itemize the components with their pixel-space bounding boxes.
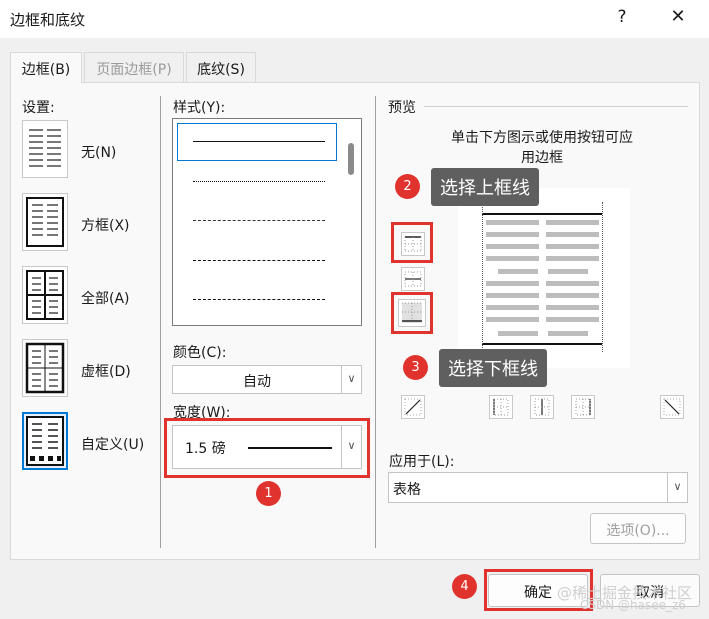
diagonal-down-button[interactable] [660,395,684,419]
line-style-scrollbar[interactable] [343,119,361,325]
preview-top-border [482,213,602,215]
highlight-top-border [391,222,433,263]
line-style-dotted[interactable] [193,181,325,182]
highlight-bottom-border [391,292,433,334]
preview-title: 预览 [388,100,416,116]
divider-left [160,96,161,548]
preview-left-guide [482,202,483,352]
line-style-dash[interactable] [193,260,325,261]
chevron-down-icon[interactable]: ∨ [341,366,361,393]
options-button[interactable]: 选项(O)... [590,513,686,544]
setting-none-label[interactable]: 无(N) [81,142,116,162]
tab-page-border[interactable]: 页面边框(P) [84,52,184,82]
line-style-dash-dot[interactable] [193,299,325,300]
settings-title: 设置: [22,100,55,116]
annotation-badge-2: 2 [395,174,420,199]
preview-hint-line1: 单击下方图示或使用按钮可应 [451,130,633,146]
line-style-list[interactable] [172,118,362,326]
annotation-badge-4: 4 [452,574,477,599]
preview-hint-line2: 用边框 [521,150,563,166]
preview-bottom-border [482,343,602,345]
border-right-button[interactable] [571,395,595,419]
tooltip-top-border: 选择上框线 [431,168,539,206]
border-inside-vertical-button[interactable] [530,395,554,419]
line-style-short-dash[interactable] [193,220,325,221]
watermark-line2: CSDN @hasee_z6 [580,598,686,612]
title-bar: 边框和底纹 ? ✕ [0,0,709,38]
close-button[interactable]: ✕ [666,6,690,27]
preview-rule [424,106,688,107]
color-title: 颜色(C): [173,345,227,361]
window-title: 边框和底纹 [10,11,86,29]
setting-all-label[interactable]: 全部(A) [81,288,130,308]
no-border-icon[interactable] [22,120,68,178]
line-style-selected[interactable] [177,123,337,161]
color-value: 自动 [243,374,271,390]
color-dropdown[interactable]: 自动 ∨ [172,365,362,394]
setting-custom-label[interactable]: 自定义(U) [81,434,144,454]
diagonal-up-button[interactable] [401,395,425,419]
scrollbar-thumb[interactable] [348,143,354,175]
box-border-icon[interactable] [22,193,68,251]
divider-right [375,96,376,548]
preview-right-guide [602,202,603,352]
chevron-down-icon[interactable]: ∨ [667,473,687,502]
tooltip-bottom-border: 选择下框线 [439,349,547,387]
apply-to-value: 表格 [393,482,421,498]
tab-borders[interactable]: 边框(B) [10,52,82,83]
tab-shading[interactable]: 底纹(S) [186,52,256,82]
border-inside-horizontal-button[interactable] [401,267,425,291]
style-title: 样式(Y): [173,100,226,116]
annotation-badge-3: 3 [403,355,428,380]
apply-to-dropdown[interactable]: 表格 ∨ [388,472,688,503]
highlight-width [164,418,370,478]
border-left-button[interactable] [489,395,513,419]
grid-border-icon[interactable] [22,339,68,397]
setting-box-label[interactable]: 方框(X) [81,215,130,235]
apply-to-title: 应用于(L): [389,454,455,470]
line-style-solid[interactable] [193,141,325,142]
border-preview[interactable] [458,188,630,368]
help-button[interactable]: ? [612,7,632,27]
setting-grid-label[interactable]: 虚框(D) [81,361,131,381]
custom-border-icon[interactable] [22,412,68,470]
all-border-icon[interactable] [22,266,68,324]
annotation-badge-1: 1 [256,481,281,506]
